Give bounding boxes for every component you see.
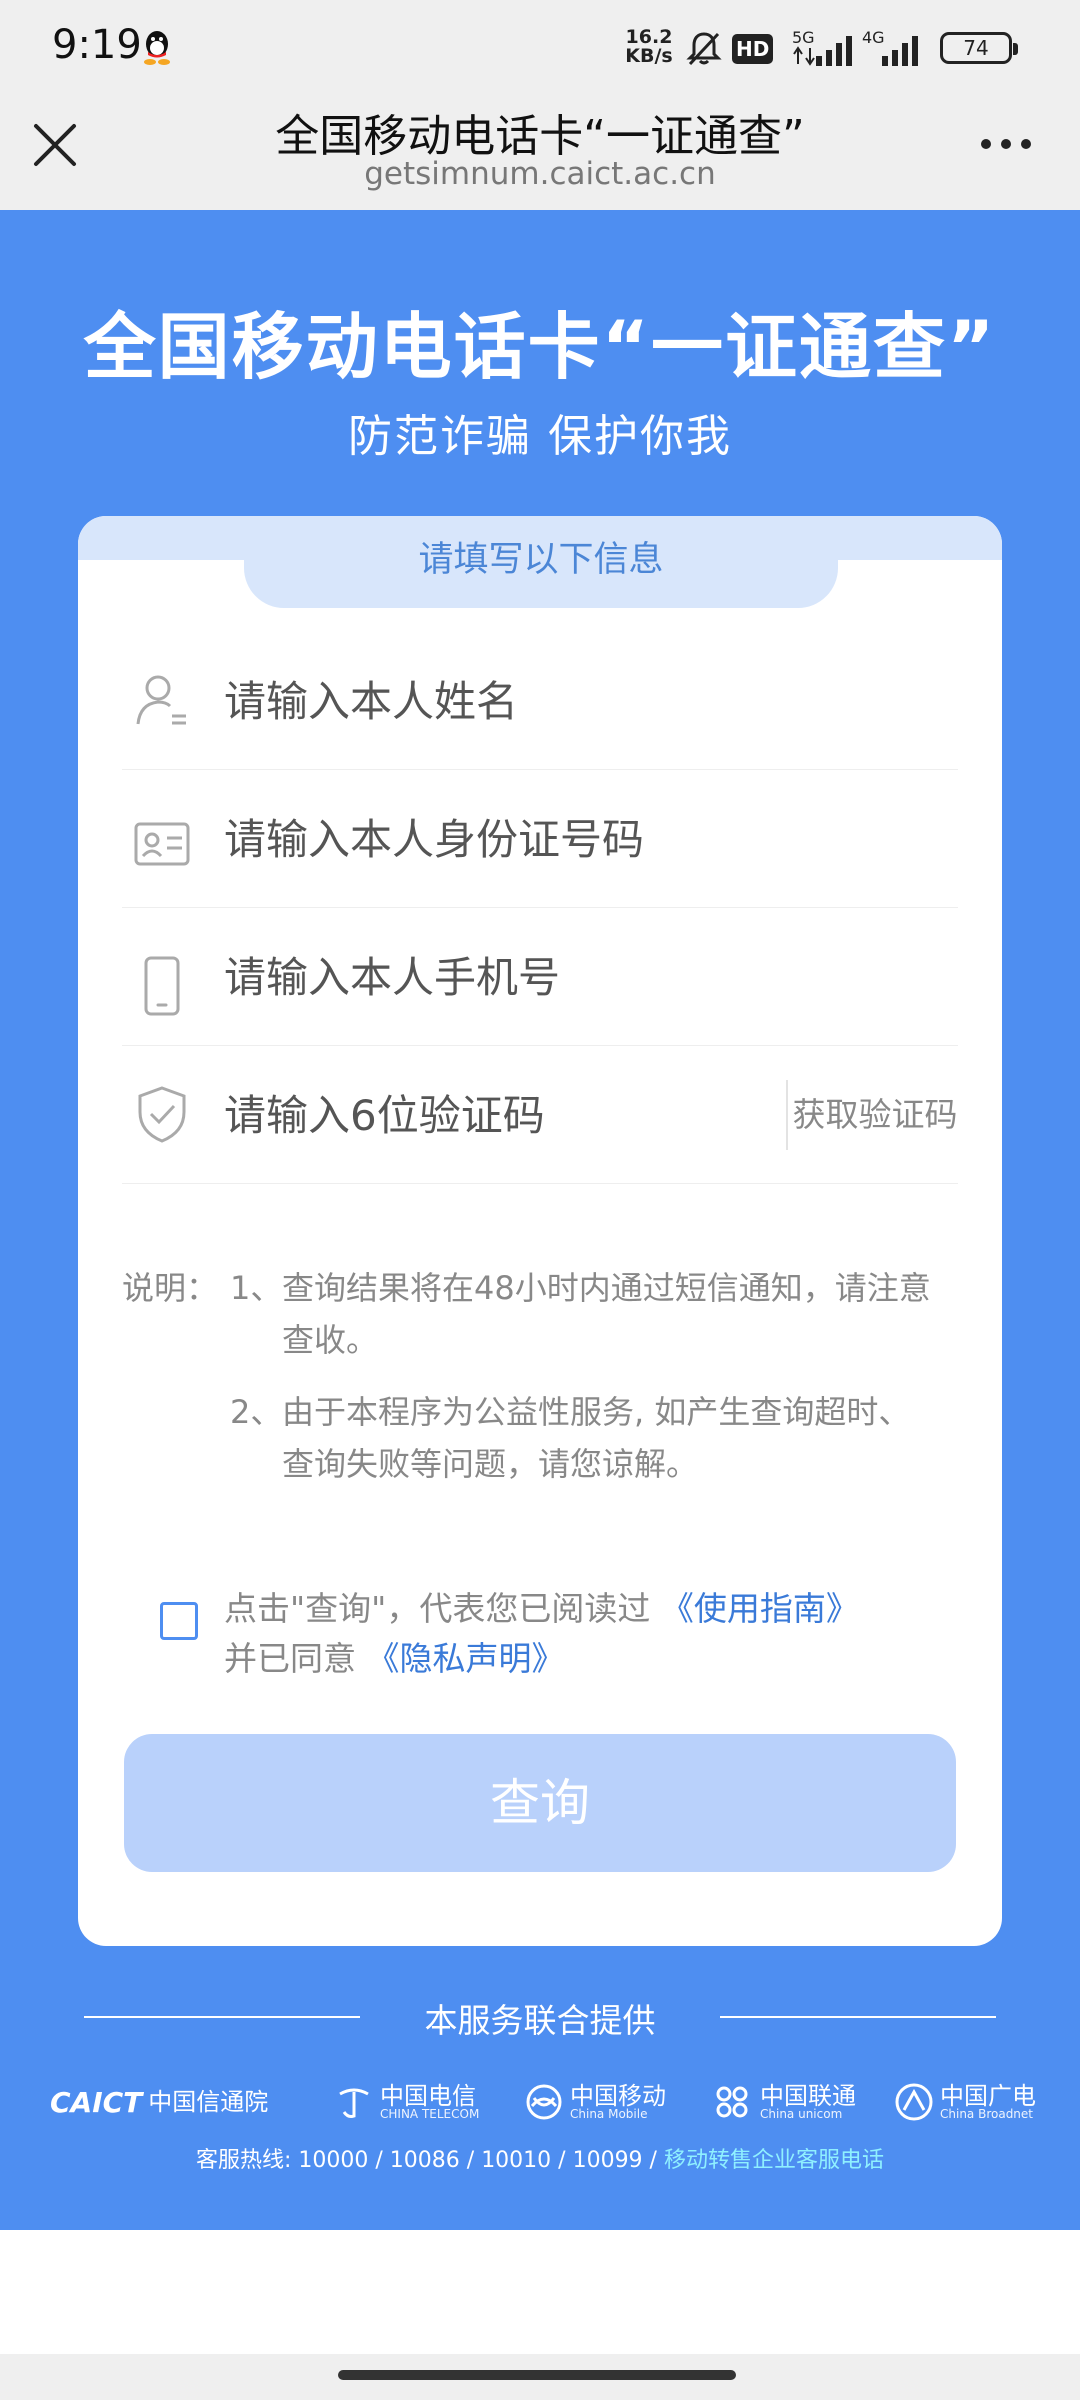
phone-input[interactable]: [224, 908, 824, 1046]
id-card-icon: [134, 822, 190, 866]
notes-label: 说明：: [122, 1269, 219, 1307]
signal-5g-icon: [793, 36, 852, 66]
agreement-checkbox[interactable]: [160, 1602, 198, 1640]
hero-title: 全国移动电话卡“一证通查”: [83, 305, 997, 389]
china-unicom-logo: 中国联通 China unicom: [710, 2072, 856, 2132]
agreement-text: 点击"查询"，代表您已阅读过 《使用指南》 并已同意 《隐私声明》: [224, 1589, 859, 1678]
home-indicator[interactable]: [338, 2370, 736, 2380]
qq-icon: [144, 31, 170, 65]
form-card: 请填写以下信息 请输入本人姓名 请输入本人身份证号码 请输入本人手机号 请输入6…: [78, 516, 1002, 1946]
usage-guide-link[interactable]: 《使用指南》: [661, 1589, 859, 1628]
mvno-hotline-link[interactable]: 移动转售企业客服电话: [664, 2148, 884, 2173]
id-number-input[interactable]: [224, 770, 824, 908]
divider: [720, 2016, 996, 2018]
privacy-statement-link[interactable]: 《隐私声明》: [367, 1639, 565, 1678]
caict-logo: CAICT 中国信通院: [50, 2085, 269, 2119]
signal-4g-icon: [882, 36, 918, 66]
page-url: getsimnum.caict.ac.cn: [364, 156, 716, 192]
page-title: 全国移动电话卡“一证通查”: [275, 111, 805, 162]
divider: [786, 1080, 788, 1150]
network-speed: 16.2 KB/s: [625, 26, 673, 67]
shield-check-icon: [138, 1086, 186, 1143]
status-bar: 9:19 16.2 KB/s HD 5G 4G 74: [0, 0, 1080, 96]
title-bar: 全国移动电话卡“一证通查” getsimnum.caict.ac.cn: [0, 96, 1080, 210]
status-time: 9:19: [52, 22, 142, 68]
id-number-field: [122, 770, 958, 908]
navigation-bar: [0, 2354, 1080, 2400]
china-telecom-logo: 中国电信 CHINA TELECOM: [334, 2072, 479, 2132]
china-broadnet-icon: [895, 2083, 933, 2121]
hd-badge: HD: [732, 34, 774, 64]
name-field: [122, 632, 958, 770]
query-button[interactable]: 查询: [124, 1734, 956, 1872]
form-header: 请填写以下信息: [244, 516, 838, 608]
main-section: 全国移动电话卡“一证通查” 防范诈骗 保护你我 请填写以下信息 请输入本人姓名 …: [0, 210, 1080, 2230]
note-number: 1、: [230, 1269, 283, 1307]
note-text: 查询结果将在48小时内通过短信通知，请注意查收。: [282, 1269, 931, 1359]
china-telecom-icon: [339, 2088, 369, 2118]
verification-code-input[interactable]: [224, 1046, 764, 1184]
note-number: 2、: [230, 1393, 283, 1431]
note-text: 由于本程序为公益性服务, 如产生查询超时、查询失败等问题，请您谅解。: [282, 1393, 911, 1483]
phone-field: [122, 908, 958, 1046]
battery-indicator: 74: [940, 32, 1018, 64]
hero-subtitle: 防范诈骗 保护你我: [348, 411, 732, 462]
phone-icon: [144, 956, 180, 1016]
verification-code-field: 获取验证码: [122, 1046, 958, 1184]
bell-muted-icon: [686, 32, 722, 66]
more-options-icon[interactable]: [976, 132, 1036, 156]
china-mobile-icon: [526, 2084, 562, 2120]
provided-by-label: 本服务联合提供: [424, 2001, 656, 2040]
china-mobile-logo: 中国移动 China Mobile: [524, 2072, 666, 2132]
name-input[interactable]: [224, 632, 824, 770]
hotline-text: 客服热线: 10000 / 10086 / 10010 / 10099 /: [196, 2148, 664, 2173]
get-code-button[interactable]: 获取验证码: [792, 1046, 958, 1184]
hotline-info: 客服热线: 10000 / 10086 / 10010 / 10099 / 移动…: [0, 2142, 1080, 2174]
china-broadnet-logo: 中国广电 China Broadnet: [894, 2072, 1036, 2132]
partner-logos: CAICT 中国信通院 中国电信 CHINA TELECOM 中国移动 China …: [50, 2072, 1040, 2132]
china-unicom-icon: [716, 2086, 748, 2118]
user-icon: [136, 675, 186, 725]
